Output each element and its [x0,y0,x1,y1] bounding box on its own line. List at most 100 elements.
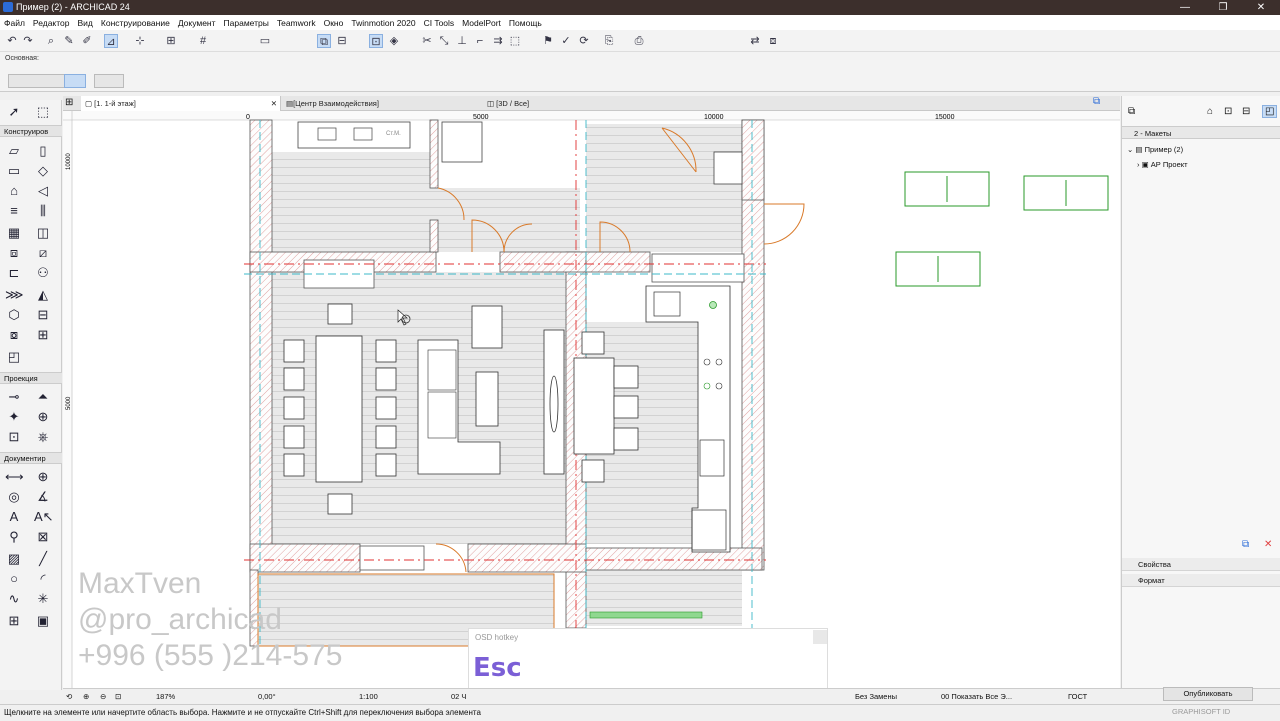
scale-value[interactable]: 1:100 [359,692,378,701]
zoom-value[interactable]: 187% [156,692,175,701]
column-tool-icon[interactable]: ▯ [34,142,52,160]
minimize-button[interactable]: — [1166,0,1204,15]
eyedropper-icon[interactable]: ✎ [62,34,76,48]
label-tool-icon[interactable]: A↖ [34,508,54,526]
properties-section[interactable]: Свойства [1122,558,1280,571]
angle-dimension-tool-icon[interactable]: ∡ [34,488,52,506]
rotate-icon[interactable]: ⟳ [577,34,591,48]
section-document[interactable]: Документир [0,452,62,464]
redo-icon[interactable]: ↷ [21,34,35,48]
menu-options[interactable]: Параметры [224,18,269,28]
layout-book-icon[interactable]: ⊟ [1242,106,1250,117]
intersect-icon[interactable]: ⊥ [455,34,469,48]
offset-icon[interactable]: ⇉ [491,34,505,48]
shell-tool-icon[interactable]: ◁ [34,182,52,200]
format-section[interactable]: Формат [1122,574,1280,587]
expand-icon[interactable]: ⌄ [1127,145,1133,154]
bimx-icon[interactable]: ⧈ [766,34,780,48]
menu-ci-tools[interactable]: CI Tools [424,18,455,28]
window-tool-icon[interactable]: ⧈ [5,244,23,262]
level-dimension-tool-icon[interactable]: ⊕ [34,468,52,486]
railing-tool-icon[interactable]: ⫼ [34,202,52,220]
adjust-icon[interactable]: ⤡ [437,34,451,48]
spline-tool-icon[interactable]: ∿ [5,590,23,608]
elevation-tool-icon[interactable]: ⏶ [34,388,52,406]
sync-icon[interactable]: ⇄ [748,34,762,48]
close-tab-icon[interactable]: ✕ [271,96,277,111]
guide-lines-icon[interactable]: ⊿ [104,34,118,48]
door-tool-icon[interactable]: ◫ [34,224,52,242]
hotspot-tool-icon[interactable]: ✳ [34,590,52,608]
slab-tool-icon[interactable]: ◇ [34,162,52,180]
object-3d-tool-icon[interactable]: ◰ [5,348,23,366]
grid-icon[interactable]: # [196,34,210,48]
section-viewpoint[interactable]: Проекция [0,372,62,384]
rotation-value[interactable]: 0,00° [258,692,276,701]
roof-tool-icon[interactable]: ⌂ [5,182,23,200]
chevron-right-icon[interactable]: › [1137,160,1140,169]
panel-close-icon[interactable]: ✕ [1264,539,1272,550]
mesh-tool-icon[interactable]: ⋙ [5,286,24,304]
publisher-sets-icon[interactable]: ◰ [1262,105,1278,118]
line-tool-icon[interactable]: ╱ [34,550,52,568]
change-tool-icon[interactable]: ▣ [34,612,52,630]
suspend-groups-icon[interactable]: ⧉ [317,34,331,48]
fillet-icon[interactable]: ⌐ [473,34,487,48]
menu-modelport[interactable]: ModelPort [462,18,501,28]
undo-icon[interactable]: ↶ [5,34,19,48]
3d-view-icon[interactable]: ◈ [387,34,401,48]
zoom-in-icon[interactable]: ⊕ [83,692,89,701]
drawing-tool-icon[interactable]: ⊞ [5,612,23,630]
zoom-out-icon[interactable]: ⊖ [100,692,106,701]
grid-snap-icon[interactable]: ⊞ [164,34,178,48]
project-map-icon[interactable]: ⌂ [1207,106,1213,117]
lamp-tool-icon[interactable]: ⊟ [34,306,52,324]
publish-icon[interactable]: ⎘ [602,34,616,48]
arrow-tool-icon[interactable]: ➚ [5,103,23,121]
teamwork-icon[interactable]: ⎙ [632,34,646,48]
arc-tool-icon[interactable]: ◜ [34,570,52,588]
menu-design[interactable]: Конструирование [101,18,170,28]
publish-button[interactable]: Опубликовать [1163,687,1253,701]
tree-item-root[interactable]: ⌄ ▤ Пример (2) [1127,145,1183,154]
selection-method-button[interactable] [64,74,86,88]
mark-icon[interactable]: ✓ [559,34,573,48]
tab-collaboration[interactable]: ▤[Центр Взаимодействия] [282,96,482,111]
close-window-button[interactable]: ✕ [1242,0,1280,15]
menu-teamwork[interactable]: Teamwork [277,18,316,28]
dimension-tool-icon[interactable]: ⟷ [5,468,24,486]
grid-tool-icon[interactable]: ⊞ [34,326,52,344]
marquee-options[interactable] [94,74,124,88]
tree-item-project[interactable]: › ▣ АР Проект [1137,160,1188,169]
split-icon[interactable]: ✂ [420,34,434,48]
menu-document[interactable]: Документ [178,18,216,28]
resize-icon[interactable]: ⬚ [508,34,522,48]
fill-tool-icon[interactable]: ▨ [5,550,23,568]
layer-combo-icon[interactable]: ▭ [258,34,272,48]
fit-window-icon[interactable]: ⊡ [115,692,121,701]
trace-icon[interactable]: ⊟ [335,34,349,48]
menu-view[interactable]: Вид [78,18,93,28]
section-tool-icon[interactable]: ⊸ [5,388,23,406]
zone-tool-icon[interactable]: ⬡ [5,306,23,324]
graphisoft-id[interactable]: GRAPHISOFT ID [1172,707,1230,716]
menu-twinmotion[interactable]: Twinmotion 2020 [351,18,415,28]
interior-elevation-tool-icon[interactable]: ✦ [5,408,23,426]
arrow-tool-options[interactable] [8,74,68,88]
snap-guides-icon[interactable]: ⊹ [133,34,147,48]
pick-up-icon[interactable]: ⌕ [44,34,58,48]
figure-tool-icon[interactable]: ⊠ [34,528,52,546]
selection-icon[interactable]: ⊡ [369,34,383,48]
circle-tool-icon[interactable]: ○ [5,570,23,588]
morph-tool-icon[interactable]: ◭ [34,286,52,304]
section-design[interactable]: Конструиров [0,125,62,137]
radial-dimension-tool-icon[interactable]: ◎ [5,488,23,506]
model-view-value[interactable]: 00 Показать Все Э... [941,692,1012,701]
standard-value[interactable]: ГОСТ [1068,692,1087,701]
tab-3d[interactable]: ◫ [3D / Все] [483,96,1083,111]
text-tool-icon[interactable]: A [5,508,23,526]
osd-close-button[interactable] [813,630,827,644]
inject-icon[interactable]: ✐ [80,34,94,48]
opening-tool-icon[interactable]: ⊏ [5,264,23,282]
wall-tool-icon[interactable]: ▱ [5,142,23,160]
